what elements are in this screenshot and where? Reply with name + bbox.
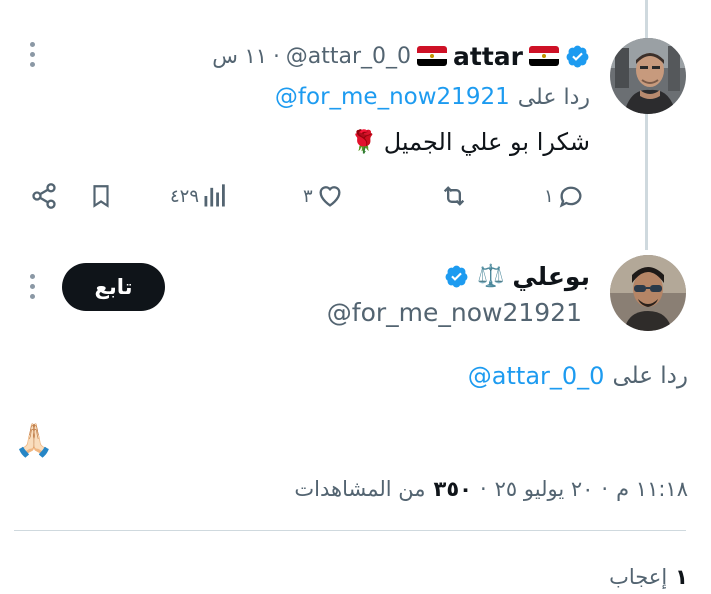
egypt-flag-icon	[529, 46, 559, 66]
likes-summary[interactable]: إعجاب ١	[400, 561, 688, 593]
post-time: ١١:١٨ م	[616, 477, 688, 501]
likes-total: ١	[675, 565, 688, 589]
share-button[interactable]	[30, 182, 58, 210]
scales-emoji: ⚖️	[476, 263, 505, 289]
bookmark-icon	[93, 185, 109, 208]
reply-button[interactable]: ١	[544, 182, 586, 210]
bookmark-button[interactable]	[88, 182, 114, 210]
retweet-button[interactable]	[438, 182, 470, 210]
tweet1-dot: ·	[273, 44, 280, 68]
analytics-icon	[204, 184, 225, 207]
tweet2-handle[interactable]: @for_me_now21921	[250, 298, 582, 332]
likes-count: ٣	[303, 185, 313, 207]
views-count: ٤٢٩	[170, 185, 200, 207]
tweet1-display-name[interactable]: attar	[453, 42, 523, 71]
tweet1-reply-handle-link[interactable]: @for_me_now21921	[275, 84, 510, 110]
share-icon	[32, 183, 56, 209]
tweet2-reply-label: ردا على	[612, 363, 688, 389]
avatar-bou-ali[interactable]	[610, 255, 686, 331]
tweet1-more-icon[interactable]	[29, 42, 35, 67]
post-date: ٢٠ يوليو ٢٥	[494, 477, 594, 501]
tweet1-header: ١١ س · @attar_0_0 attar	[160, 38, 590, 74]
tweet1-reply-context: @for_me_now21921 ردا على	[14, 80, 590, 114]
tweet2-body: 🙏🏻	[14, 421, 54, 459]
meta-dot: ·	[601, 477, 609, 501]
tweet1-time[interactable]: ١١ س	[212, 44, 267, 68]
follow-button[interactable]: تابع	[62, 263, 165, 311]
like-button[interactable]: ٣	[303, 182, 345, 210]
tweet1-reply-label: ردا على	[517, 84, 590, 110]
avatar-attar[interactable]	[610, 38, 686, 114]
reply-icon	[559, 186, 582, 208]
tweet1-body-text: شكرا بو علي الجميل	[383, 128, 590, 156]
tweet2-reply-context: @attar_0_0 ردا على	[300, 358, 688, 394]
tweet2-more-icon[interactable]	[29, 274, 35, 299]
heart-icon	[319, 186, 341, 207]
tweet2-display-name[interactable]: بوعلي	[512, 262, 590, 291]
tweet2-header: ⚖️ بوعلي	[300, 258, 590, 294]
verified-badge-icon	[566, 45, 589, 67]
likes-label: إعجاب	[609, 565, 668, 589]
divider	[14, 530, 686, 531]
retweet-icon	[443, 186, 465, 206]
replies-count: ١	[544, 185, 554, 207]
views-total[interactable]: ٣٥٠	[434, 477, 472, 501]
tweet2-reply-handle-link[interactable]: @attar_0_0	[468, 362, 605, 390]
verified-badge-icon	[445, 265, 468, 287]
egypt-flag-icon	[417, 46, 448, 66]
tweet1-handle[interactable]: @attar_0_0	[286, 44, 411, 69]
rose-emoji: 🌹	[350, 129, 378, 155]
views-button[interactable]: ٤٢٩	[170, 182, 229, 210]
tweet1-text: 🌹 شكرا بو علي الجميل	[300, 124, 590, 160]
meta-dot: ·	[479, 477, 487, 501]
views-label: من المشاهدات	[294, 477, 426, 501]
tweet2-meta: من المشاهدات ٣٥٠ · ٢٠ يوليو ٢٥ · ١١:١٨ م	[200, 472, 688, 506]
